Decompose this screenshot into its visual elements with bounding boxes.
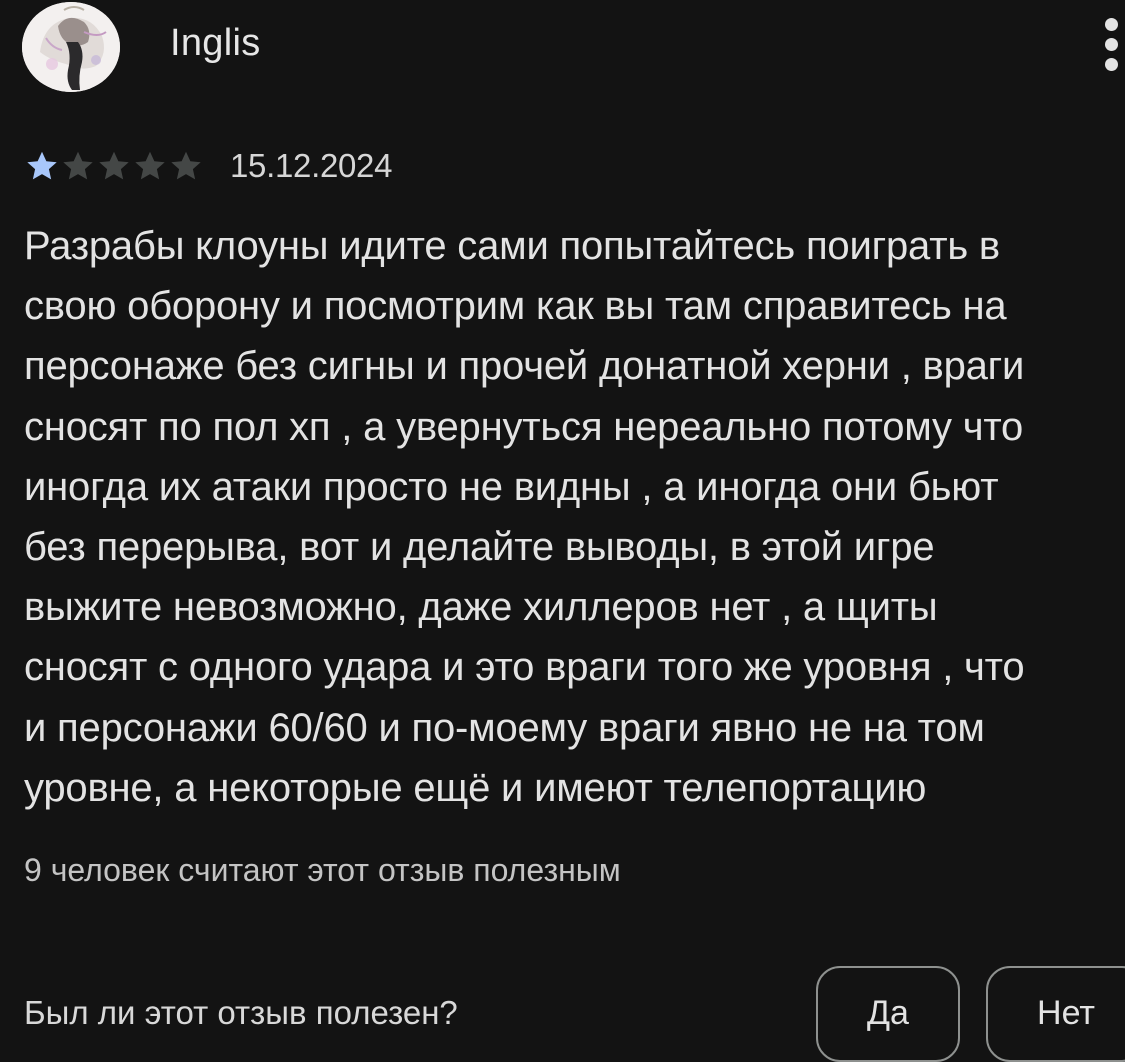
review-text-line: уровне, а некоторые ещё и имеют телепорт… bbox=[24, 765, 927, 810]
star-empty-icon bbox=[99, 151, 129, 180]
review-text-line: без перерыва, вот и делайте выводы, в эт… bbox=[24, 525, 935, 570]
star-empty-icon bbox=[171, 151, 201, 180]
more-vert-icon-dot-top bbox=[1105, 18, 1118, 31]
review-text-line: сносят с одного удара и это враги того ж… bbox=[24, 645, 1025, 690]
user-avatar[interactable] bbox=[22, 2, 120, 92]
star-filled-icon bbox=[27, 151, 57, 180]
review-text-line: иногда их атаки просто не видны , а иног… bbox=[24, 464, 999, 509]
avatar-image bbox=[22, 2, 120, 92]
review-text: Разрабы клоуны идите сами попытайтесь по… bbox=[24, 216, 1125, 818]
review-text-line: Разрабы клоуны идите сами попытайтесь по… bbox=[24, 224, 1000, 268]
star-empty-icon bbox=[135, 151, 165, 180]
more-options-button[interactable] bbox=[1098, 14, 1125, 74]
review-text-line: и персонажи 60/60 и по-моему враги явно … bbox=[24, 705, 985, 750]
review-text-line: персонаже без сигны и прочей донатной хе… bbox=[24, 344, 1025, 389]
star-empty-icon bbox=[63, 151, 93, 180]
helpful-count: 9 человек считают этот отзыв полезным bbox=[24, 852, 621, 888]
helpful-question: Был ли этот отзыв полезен? bbox=[24, 994, 458, 1031]
review-date: 15.12.2024 bbox=[230, 147, 393, 184]
review-text-line: выжите невозможно, даже хиллеров нет , а… bbox=[24, 585, 938, 630]
review-text-line: сносят по пол хп , а увернуться нереальн… bbox=[24, 404, 1024, 449]
review-text-line: свою оборону и посмотрим как вы там спра… bbox=[24, 284, 1007, 329]
more-vert-icon-dot-bottom bbox=[1105, 58, 1118, 71]
vote-yes-label: Да bbox=[867, 994, 909, 1032]
review-author-name: Inglis bbox=[170, 22, 261, 64]
star-rating bbox=[24, 148, 204, 184]
more-vert-icon-dot-middle bbox=[1105, 38, 1118, 51]
rating-row: 15.12.2024 bbox=[24, 146, 392, 186]
vote-no-label: Нет bbox=[1037, 994, 1095, 1032]
